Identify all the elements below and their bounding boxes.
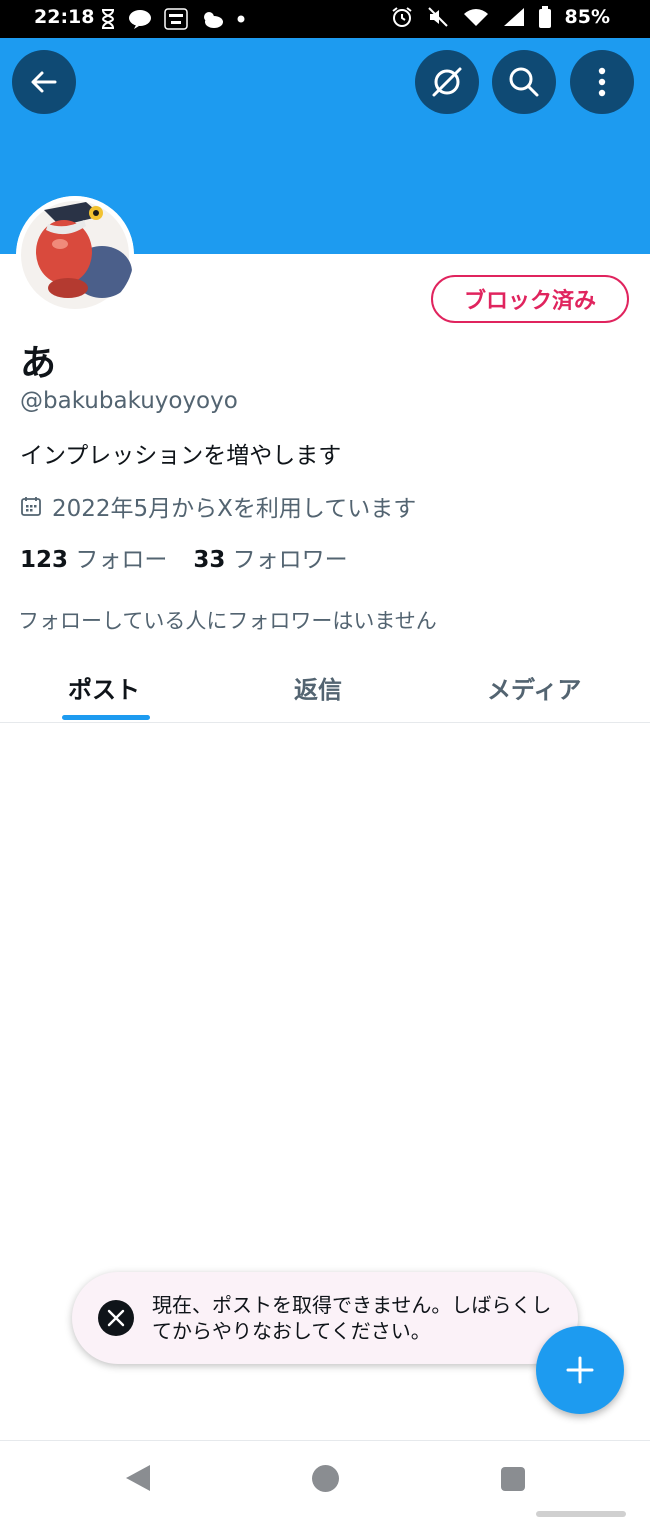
dot-icon [237,15,245,23]
tab-replies[interactable]: 返信 [294,670,342,705]
followers-count: 33 [193,547,226,573]
avatar[interactable] [16,196,134,314]
search-icon [509,67,539,97]
nav-home-icon[interactable] [312,1465,339,1492]
notification-icons [100,8,246,30]
wifi-icon [463,9,488,26]
more-vertical-icon [598,67,606,97]
join-date-text: 2022年5月からXを利用しています [52,496,417,522]
signal-icon [503,8,524,26]
grok-button[interactable] [415,50,479,114]
active-tab-indicator [62,715,150,720]
following-link[interactable]: 123 フォロー [20,540,167,574]
more-options-button[interactable] [570,50,634,114]
followers-link[interactable]: 33 フォロワー [193,540,347,574]
system-navigation-bar [0,1440,650,1517]
arrow-left-icon [31,71,57,93]
calendar-icon [21,497,41,516]
plus-icon [566,1356,594,1384]
gesture-handle [536,1511,626,1517]
grok-icon [432,67,462,97]
nav-back-icon[interactable] [124,1463,152,1493]
user-handle: @bakubakuyoyoyo [20,388,238,414]
mute-icon [427,7,448,27]
battery-icon [538,6,551,28]
compose-post-button[interactable] [536,1326,624,1414]
profile-tabs: ポスト 返信 メディア [0,650,650,723]
avatar-image [16,196,134,314]
weather-icon [204,12,223,28]
following-count: 123 [20,547,69,573]
system-icons: 85% [391,6,610,28]
back-button[interactable] [12,50,76,114]
battery-percent: 85% [564,6,610,28]
tab-media[interactable]: メディア [487,670,581,705]
line-icon [129,10,151,29]
blocked-button[interactable]: ブロック済み [431,275,629,323]
status-time: 22:18 [34,6,95,28]
toast-message: 現在、ポストを取得できません。しばらくしてからやりなおしてください。 [152,1293,552,1343]
nav-recents-icon[interactable] [501,1467,525,1491]
following-label: フォロー [75,547,168,573]
follow-stats: 123 フォロー 33 フォロワー [20,540,348,574]
display-name: あ [20,343,57,384]
manga-up-icon [164,8,188,30]
hourglass-icon [101,9,115,29]
followers-label: フォロワー [232,547,348,573]
alarm-icon [391,7,412,27]
join-date: 2022年5月からXを利用しています [20,489,416,523]
tab-posts[interactable]: ポスト [68,670,140,705]
profile-bio: インプレッションを増やします [20,443,342,469]
error-toast: 現在、ポストを取得できません。しばらくしてからやりなおしてください。 [72,1272,578,1364]
mutual-followers-note: フォローしている人にフォロワーはいません [18,609,437,633]
status-bar: 22:18 85% [0,0,650,38]
search-button[interactable] [492,50,556,114]
x-logo-icon [98,1300,134,1336]
